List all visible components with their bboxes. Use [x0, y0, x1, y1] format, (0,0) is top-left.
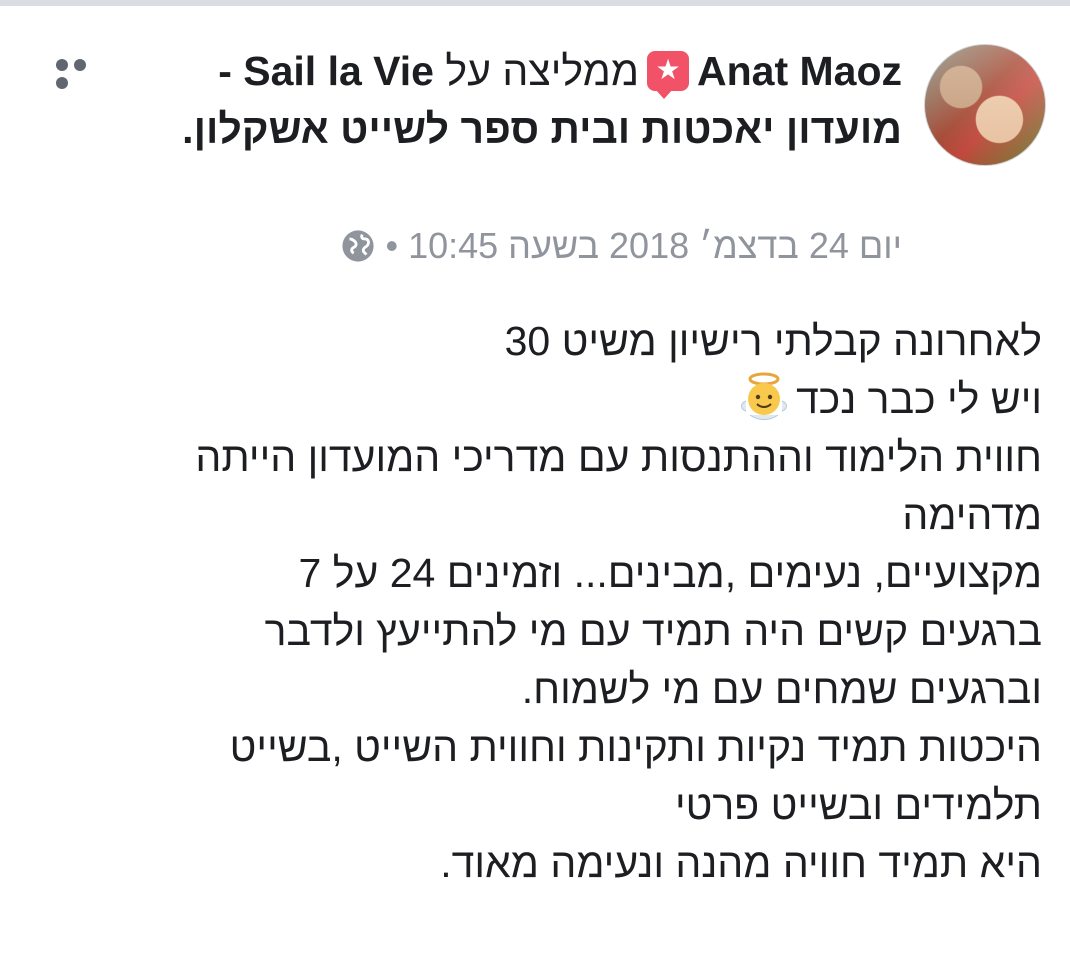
angel-emoji — [741, 372, 788, 420]
post-timestamp[interactable]: יום 24 בדצמ׳ 2018 בשעה 10:45 — [408, 225, 902, 266]
body-line-4: מדהימה — [902, 492, 1042, 538]
meta-separator: • — [385, 225, 399, 266]
body-line-9: תלמידים ובשייט פרטי — [674, 782, 1042, 828]
post-title: Anat Maoz ★ ממליצה על Sail la Vie - מועדון… — [182, 42, 902, 158]
avatar[interactable] — [924, 44, 1046, 166]
body-line-7: וברגעים שמחים עם מי לשמוח. — [521, 666, 1042, 712]
body-line-10: היא תמיד חוויה מהנה ונעימה מאוד. — [440, 840, 1042, 886]
post-meta: יום 24 בדצמ׳ 2018 בשעה 10:45• — [341, 222, 902, 270]
body-line-1: לאחרונה קבלתי רישיון משיט 30 — [504, 318, 1042, 364]
recommendation-icon: ★ — [647, 51, 689, 99]
body-line-8: היכטות תמיד נקיות ותקינות וחווית השייט ,… — [229, 724, 1042, 770]
post-body: לאחרונה קבלתי רישיון משיט 30 ויש לי כבר … — [42, 312, 1042, 892]
body-line-3: חווית הלימוד וההתנסות עם מדריכי המועדון … — [195, 434, 1042, 480]
body-line-5: מקצועיים, נעימים ,מבינים... וזמינים 24 ע… — [298, 550, 1042, 596]
more-options-icon[interactable] — [56, 58, 108, 89]
body-line-6: ברגעים קשים היה תמיד עם מי להתייעץ ולדבר — [264, 608, 1042, 654]
author-name[interactable]: Anat Maoz — [697, 48, 902, 94]
recommendation-text: ממליצה על — [445, 48, 639, 94]
body-line-2-text: ויש לי כבר נכד — [796, 376, 1042, 422]
body-line-2: ויש לי כבר נכד — [42, 370, 1042, 428]
title-period: . — [182, 106, 194, 152]
globe-icon[interactable] — [341, 229, 375, 263]
post-header: Anat Maoz ★ ממליצה על Sail la Vie - מועדון… — [0, 0, 1070, 290]
